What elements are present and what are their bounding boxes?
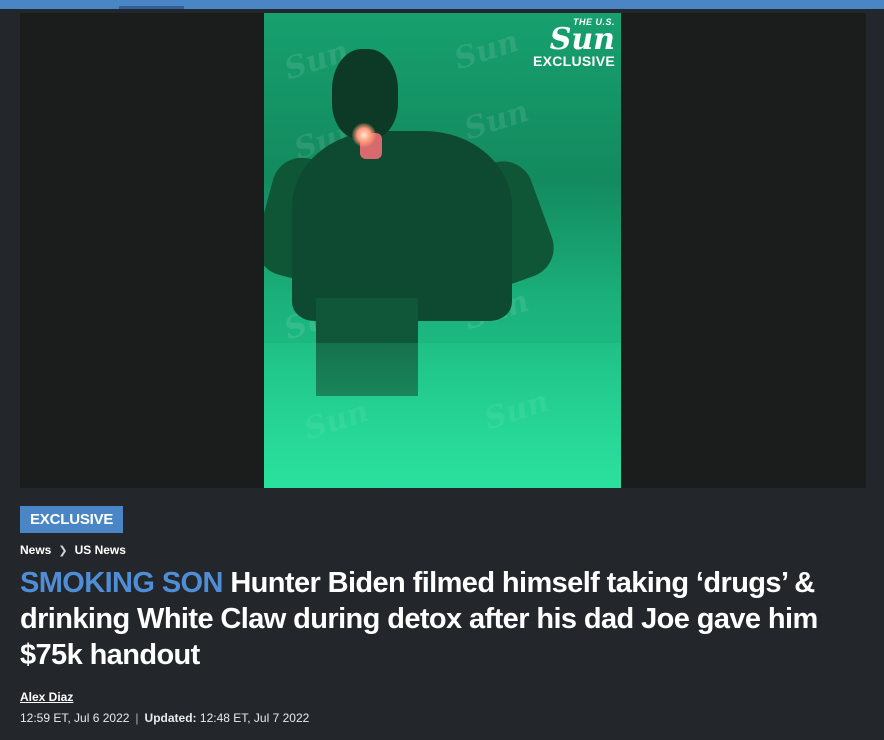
article-timestamps: 12:59 ET, Jul 6 2022 | Updated: 12:48 ET… (20, 711, 309, 725)
breadcrumb-us-news-link[interactable]: US News (75, 543, 126, 557)
watermark: Sun (450, 23, 524, 78)
sun-logo: THE U.S. Sun EXCLUSIVE (533, 17, 615, 69)
chevron-right-icon: ❯ (58, 544, 68, 557)
updated-label: Updated: (144, 711, 197, 725)
nav-active-indicator (119, 6, 184, 9)
published-time: 12:59 ET, Jul 6 2022 (20, 711, 130, 725)
author-link[interactable]: Alex Diaz (20, 690, 73, 704)
logo-exclusive-label: EXCLUSIVE (532, 53, 615, 69)
updated-time: 12:48 ET, Jul 7 2022 (199, 711, 310, 725)
logo-main: Sun (549, 22, 615, 57)
breadcrumb-news-link[interactable]: News (20, 543, 51, 557)
photo-person-body (292, 131, 512, 321)
watermark: Sun (460, 93, 534, 148)
breadcrumb: News ❯ US News (20, 543, 126, 557)
photo-lighter-flame (352, 123, 376, 147)
meta-divider: | (135, 711, 139, 725)
article-media[interactable]: Sun Sun Sun Sun Sun Sun Sun Sun Sun Sun … (20, 13, 866, 488)
article-headline: SMOKING SON Hunter Biden filmed himself … (20, 565, 870, 673)
headline-kicker: SMOKING SON (20, 567, 223, 599)
photo-water (264, 343, 621, 488)
exclusive-badge: EXCLUSIVE (20, 506, 124, 533)
article-photo[interactable]: Sun Sun Sun Sun Sun Sun Sun Sun Sun Sun … (264, 13, 621, 488)
